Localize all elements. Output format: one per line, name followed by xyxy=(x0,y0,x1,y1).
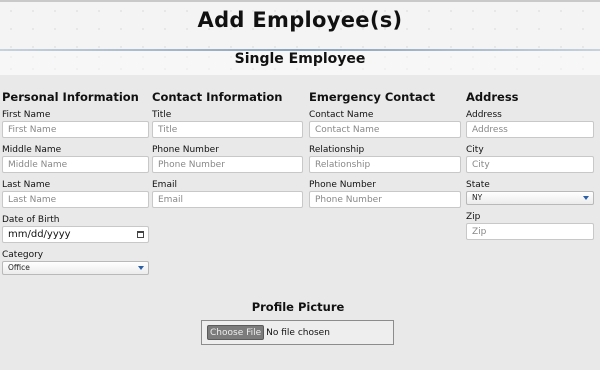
first-name-input[interactable]: First Name xyxy=(2,121,149,138)
last-name-label: Last Name xyxy=(2,180,51,190)
contact-info-column: Contact Information Title Title Phone Nu… xyxy=(152,90,303,214)
category-select[interactable]: Office xyxy=(2,261,149,275)
email-label: Email xyxy=(152,180,177,190)
section-heading: Personal Information xyxy=(2,90,139,104)
address-label: Address xyxy=(466,110,502,120)
state-label: State xyxy=(466,180,490,190)
category-value: Office xyxy=(8,263,30,272)
page-title: Add Employee(s) xyxy=(197,8,403,32)
contact-name-label: Contact Name xyxy=(309,110,374,120)
section-heading: Emergency Contact xyxy=(309,90,435,104)
contact-name-input[interactable]: Contact Name xyxy=(309,121,461,138)
profile-picture-file-input[interactable]: Choose File No file chosen xyxy=(201,320,394,345)
section-heading: Contact Information xyxy=(152,90,283,104)
phone-input[interactable]: Phone Number xyxy=(152,156,303,173)
dob-label: Date of Birth xyxy=(2,215,60,225)
first-name-label: First Name xyxy=(2,110,51,120)
emergency-phone-label: Phone Number xyxy=(309,180,376,190)
relationship-label: Relationship xyxy=(309,145,365,155)
email-input[interactable]: Email xyxy=(152,191,303,208)
relationship-input[interactable]: Relationship xyxy=(309,156,461,173)
file-status-text: No file chosen xyxy=(266,327,330,338)
category-label: Category xyxy=(2,250,44,260)
last-name-input[interactable]: Last Name xyxy=(2,191,149,208)
profile-picture-heading: Profile Picture xyxy=(251,300,345,314)
city-input[interactable]: City xyxy=(466,156,594,173)
zip-input[interactable]: Zip xyxy=(466,223,594,240)
chevron-down-icon xyxy=(138,266,144,270)
state-select[interactable]: NY xyxy=(466,191,594,205)
city-label: City xyxy=(466,145,484,155)
middle-name-label: Middle Name xyxy=(2,145,62,155)
page-subtitle: Single Employee xyxy=(234,51,366,67)
choose-file-button[interactable]: Choose File xyxy=(207,325,265,340)
phone-label: Phone Number xyxy=(152,145,219,155)
calendar-icon[interactable] xyxy=(137,231,144,238)
chevron-down-icon xyxy=(583,196,589,200)
emergency-phone-input[interactable]: Phone Number xyxy=(309,191,461,208)
emergency-contact-column: Emergency Contact Contact Name Contact N… xyxy=(309,90,461,214)
personal-info-column: Personal Information First Name First Na… xyxy=(2,90,149,275)
state-value: NY xyxy=(472,193,483,202)
title-input[interactable]: Title xyxy=(152,121,303,138)
dob-input[interactable]: mm/dd/yyyy xyxy=(2,226,149,243)
section-heading: Address xyxy=(466,90,519,104)
address-column: Address Address Address City City State … xyxy=(466,90,594,246)
title-label: Title xyxy=(152,110,172,120)
middle-name-input[interactable]: Middle Name xyxy=(2,156,149,173)
address-input[interactable]: Address xyxy=(466,121,594,138)
dob-value: mm/dd/yyyy xyxy=(8,229,71,240)
zip-label: Zip xyxy=(466,212,481,222)
